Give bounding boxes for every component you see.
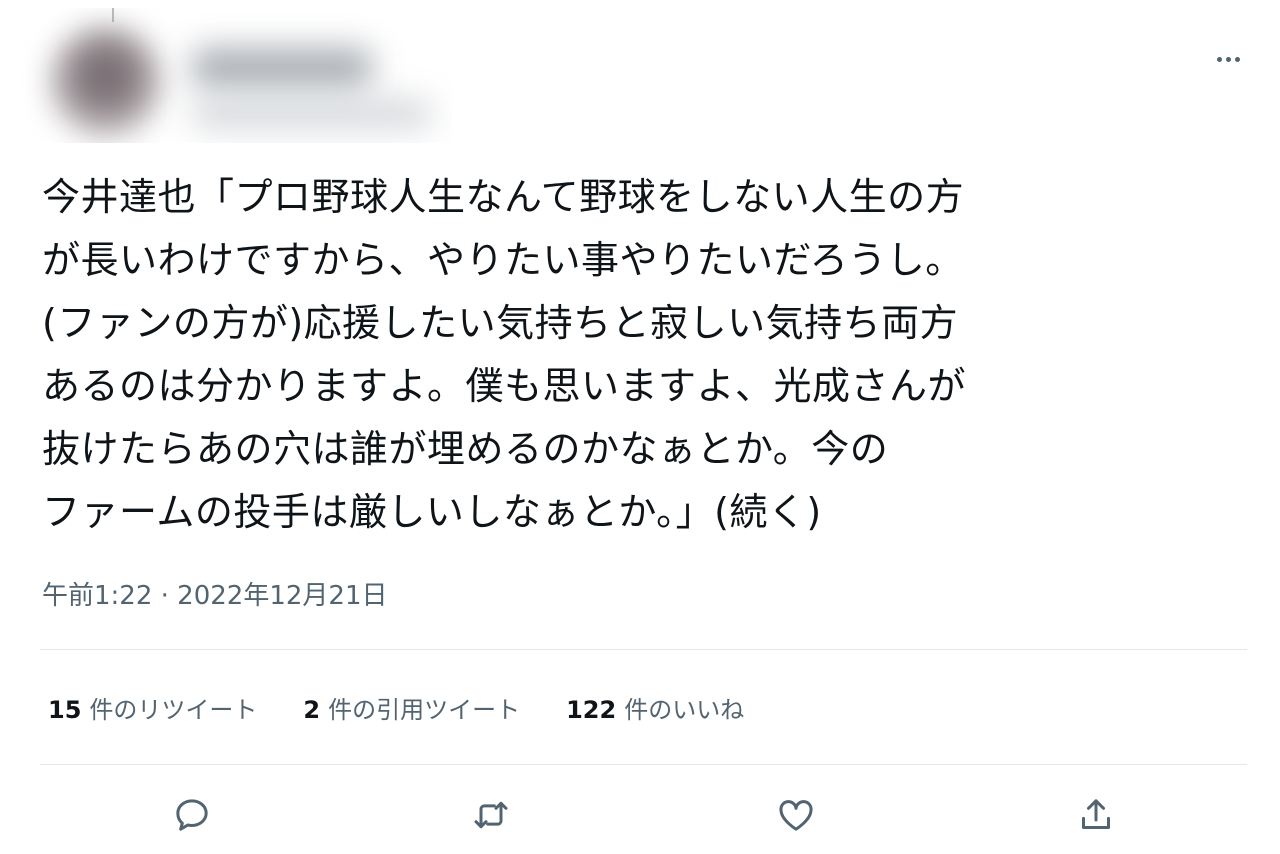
share-icon — [1082, 799, 1110, 829]
reply-button[interactable] — [167, 790, 217, 840]
retweets-label: 件のリツイート — [89, 696, 258, 724]
tweet-text-line: 今井達也「プロ野球人生なんて野球をしない人生の方 — [42, 175, 965, 219]
retweets-count: 15 — [48, 696, 82, 724]
action-bar — [0, 790, 1280, 840]
quote-tweets-count: 2 — [303, 696, 321, 724]
retweet-button[interactable] — [466, 790, 516, 840]
reply-icon — [176, 799, 208, 831]
like-button[interactable] — [771, 790, 821, 840]
tweet-text-line: ファームの投手は厳しいしなぁとか。」(続く) — [42, 490, 822, 534]
tweet: 今井達也「プロ野球人生なんて野球をしない人生の方 が長いわけですから、やりたい事や… — [0, 0, 1280, 854]
tweet-text-line: (ファンの方が)応援したい気持ちと寂しい気持ち両方 — [42, 301, 959, 345]
author-name[interactable] — [192, 48, 372, 88]
quote-tweets-label: 件の引用ツイート — [328, 696, 521, 724]
likes-count: 122 — [566, 696, 617, 724]
tweet-text-line: あるのは分かりますよ。僕も思いますよ、光成さんが — [42, 364, 967, 408]
retweet-icon — [474, 801, 508, 829]
quote-tweets-stat[interactable]: 2 件の引用ツイート — [303, 690, 520, 725]
tweet-text: 今井達也「プロ野球人生なんて野球をしない人生の方 が長いわけですから、やりたい事や… — [42, 166, 1242, 544]
more-options-button[interactable] — [1208, 44, 1248, 74]
likes-label: 件のいいね — [624, 696, 745, 724]
divider — [40, 764, 1247, 765]
heart-icon — [779, 800, 813, 831]
divider — [40, 649, 1247, 650]
engagement-stats: 15 件のリツイート 2 件の引用ツイート 122 件のいいね — [48, 690, 790, 725]
tweet-text-line: 抜けたらあの穴は誰が埋めるのかなぁとか。今の — [42, 427, 889, 471]
avatar[interactable] — [50, 26, 162, 138]
likes-stat[interactable]: 122 件のいいね — [566, 690, 744, 725]
retweets-stat[interactable]: 15 件のリツイート — [48, 690, 257, 725]
author-header — [22, 8, 452, 143]
header-divider — [112, 8, 114, 22]
author-handle[interactable] — [192, 100, 432, 128]
share-button[interactable] — [1071, 790, 1121, 840]
more-icon — [1215, 56, 1242, 62]
tweet-text-line: が長いわけですから、やりたい事やりたいだろうし。 — [42, 238, 964, 282]
tweet-timestamp[interactable]: 午前1:22 · 2022年12月21日 — [42, 575, 388, 612]
